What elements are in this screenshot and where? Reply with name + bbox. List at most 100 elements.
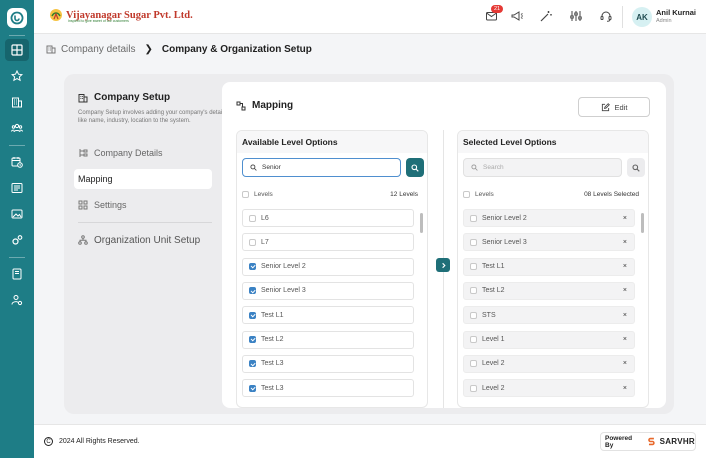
company-brand[interactable]: Vijayanagar Sugar Pvt. Ltd. Inspired to … [48, 7, 193, 23]
book-icon[interactable] [5, 263, 29, 285]
level-label: Test L1 [261, 311, 284, 319]
level-checkbox[interactable] [249, 263, 256, 271]
select-all-checkbox[interactable] [463, 190, 470, 198]
available-level-row[interactable]: L6 [242, 209, 414, 227]
selected-level-row: Level 2 × [463, 354, 635, 373]
level-label: Senior Level 2 [261, 263, 306, 271]
rail-divider [9, 257, 25, 258]
sliders-icon[interactable] [569, 9, 583, 23]
level-label: STS [482, 311, 496, 319]
level-checkbox[interactable] [470, 238, 477, 246]
image-icon[interactable] [5, 203, 29, 225]
dashboard-icon[interactable] [5, 39, 29, 61]
level-label: Test L3 [261, 360, 284, 368]
announcement-icon[interactable] [510, 9, 524, 23]
gears-icon[interactable] [5, 229, 29, 251]
level-checkbox[interactable] [470, 336, 477, 343]
company-logo-icon [50, 9, 62, 21]
level-checkbox[interactable] [249, 360, 256, 368]
edit-icon [601, 102, 610, 111]
breadcrumb-parent[interactable]: Company details [61, 44, 135, 55]
headset-icon[interactable] [599, 9, 613, 23]
level-checkbox[interactable] [470, 384, 477, 392]
top-header: Vijayanagar Sugar Pvt. Ltd. Inspired to … [34, 0, 706, 34]
remove-level-icon[interactable]: × [623, 336, 627, 343]
avatar[interactable]: AK [632, 7, 652, 27]
level-label: Senior Level 3 [482, 238, 527, 246]
edit-button-label: Edit [614, 102, 628, 112]
mapping-title: Mapping [236, 100, 293, 111]
level-checkbox[interactable] [249, 336, 256, 343]
sidebar-item-company-details[interactable]: Company Details [74, 143, 212, 163]
mapping-title-label: Mapping [252, 100, 294, 111]
sidebar-item-settings[interactable]: Settings [74, 195, 212, 215]
team-icon[interactable] [5, 117, 29, 139]
user-settings-icon[interactable] [5, 289, 29, 311]
available-level-row[interactable]: Test L2 [242, 330, 414, 349]
available-level-row[interactable]: Senior Level 2 [242, 257, 414, 276]
remove-level-icon[interactable]: × [623, 287, 627, 294]
level-label: Test L1 [482, 263, 505, 271]
search-icon [411, 163, 419, 172]
selected-levels-column: Selected Level Options Search Levels 08 … [457, 130, 649, 408]
building-icon [46, 45, 56, 54]
available-level-row[interactable]: Test L3 [242, 379, 414, 398]
breadcrumb-current: Company & Organization Setup [161, 43, 312, 55]
selected-search-button[interactable] [627, 158, 645, 177]
chevron-right-icon: ❯ [144, 43, 153, 55]
level-checkbox[interactable] [470, 287, 477, 295]
document-icon[interactable] [5, 177, 29, 199]
level-checkbox[interactable] [470, 311, 477, 319]
sidebar-item-label: Mapping [78, 174, 113, 184]
level-checkbox[interactable] [249, 311, 256, 319]
remove-level-icon[interactable]: × [623, 239, 627, 246]
building-icon[interactable] [5, 91, 29, 113]
available-level-row[interactable]: Senior Level 3 [242, 281, 414, 300]
magic-wand-icon[interactable] [539, 9, 553, 23]
search-icon [632, 163, 640, 172]
sidebar-item-label: Organization Unit Setup [94, 234, 201, 246]
company-tagline: Inspired to give sweet of our customers [68, 19, 129, 23]
selected-levels-heading: Selected Level Options [458, 131, 648, 153]
available-search-button[interactable] [406, 158, 424, 177]
remove-level-icon[interactable]: × [623, 263, 627, 270]
level-checkbox[interactable] [249, 238, 256, 246]
powered-by-badge[interactable]: Powered By SARVHR [600, 432, 696, 451]
level-label: Test L2 [482, 287, 505, 295]
transfer-right-button[interactable] [436, 258, 450, 272]
level-checkbox[interactable] [249, 214, 256, 222]
copyright: C 2024 All Rights Reserved. [44, 437, 140, 446]
notifications-icon[interactable]: 21 [485, 5, 504, 23]
star-icon[interactable] [5, 65, 29, 87]
sidebar-item-mapping[interactable]: Mapping [74, 169, 212, 189]
user-name[interactable]: Anil Kurnai [656, 8, 696, 17]
remove-level-icon[interactable]: × [623, 385, 627, 392]
rail-divider [9, 35, 25, 36]
level-checkbox[interactable] [470, 360, 477, 368]
search-icon [250, 164, 257, 171]
sidebar-item-label: Company Details [94, 148, 163, 158]
level-checkbox[interactable] [249, 287, 256, 295]
available-levels-column: Available Level Options Senior Levels 12… [236, 130, 428, 408]
sidebar-divider [78, 222, 212, 223]
available-level-row[interactable]: Test L1 [242, 306, 414, 325]
available-scrollbar[interactable] [420, 213, 423, 233]
remove-level-icon[interactable]: × [623, 215, 627, 222]
available-level-row[interactable]: Test L3 [242, 354, 414, 373]
select-all-checkbox[interactable] [242, 190, 249, 198]
app-logo-icon[interactable] [7, 8, 27, 28]
selected-search-input[interactable]: Search [463, 158, 622, 177]
remove-level-icon[interactable]: × [623, 360, 627, 367]
remove-level-icon[interactable]: × [623, 312, 627, 319]
selected-search-placeholder: Search [483, 164, 504, 171]
calendar-clock-icon[interactable] [5, 151, 29, 173]
sidebar-item-organization-unit-setup[interactable]: Organization Unit Setup [74, 230, 212, 250]
selected-scrollbar[interactable] [641, 213, 644, 233]
level-checkbox[interactable] [249, 384, 256, 392]
level-label: L6 [261, 214, 269, 222]
level-checkbox[interactable] [470, 263, 477, 271]
level-checkbox[interactable] [470, 214, 477, 222]
available-level-row[interactable]: L7 [242, 233, 414, 252]
available-search-input[interactable]: Senior [242, 158, 401, 177]
edit-button[interactable]: Edit [578, 97, 650, 117]
